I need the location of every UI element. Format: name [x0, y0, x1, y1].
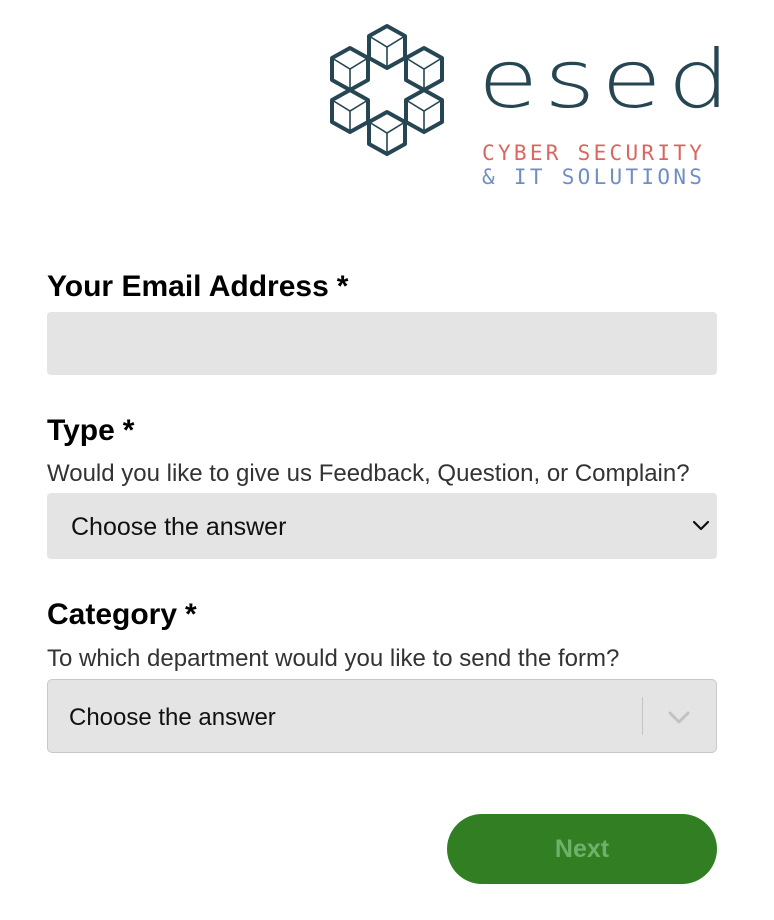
email-label: Your Email Address *: [47, 272, 348, 302]
email-field[interactable]: [47, 312, 717, 375]
category-select[interactable]: Choose the answer: [47, 679, 717, 753]
email-label-text: Your Email Address: [47, 270, 329, 303]
required-marker: *: [336, 270, 349, 303]
required-marker: *: [122, 414, 135, 447]
company-logo: esed CYBER SECURITY & IT SOLUTIONS: [312, 18, 732, 190]
chevron-down-icon[interactable]: [666, 707, 692, 727]
logo-tagline-line2: & IT SOLUTIONS: [482, 165, 706, 189]
next-button[interactable]: Next: [447, 814, 717, 884]
type-select-value: Choose the answer: [71, 513, 287, 541]
type-label: Type *: [47, 416, 134, 446]
category-label-text: Category: [47, 598, 178, 631]
category-label: Category *: [47, 600, 197, 630]
type-label-text: Type: [47, 414, 115, 447]
hexagon-cube-cluster-icon: [330, 24, 444, 156]
logo-tagline-line1: CYBER SECURITY: [482, 141, 706, 165]
type-hint: Would you like to give us Feedback, Ques…: [47, 460, 690, 487]
chevron-down-icon: [692, 520, 710, 531]
logo-wordmark: esed: [478, 33, 736, 127]
required-marker: *: [185, 598, 197, 631]
type-select[interactable]: Choose the answer: [47, 493, 717, 559]
category-hint: To which department would you like to se…: [47, 645, 620, 672]
select-divider: [641, 697, 643, 735]
category-select-value: Choose the answer: [69, 704, 276, 731]
